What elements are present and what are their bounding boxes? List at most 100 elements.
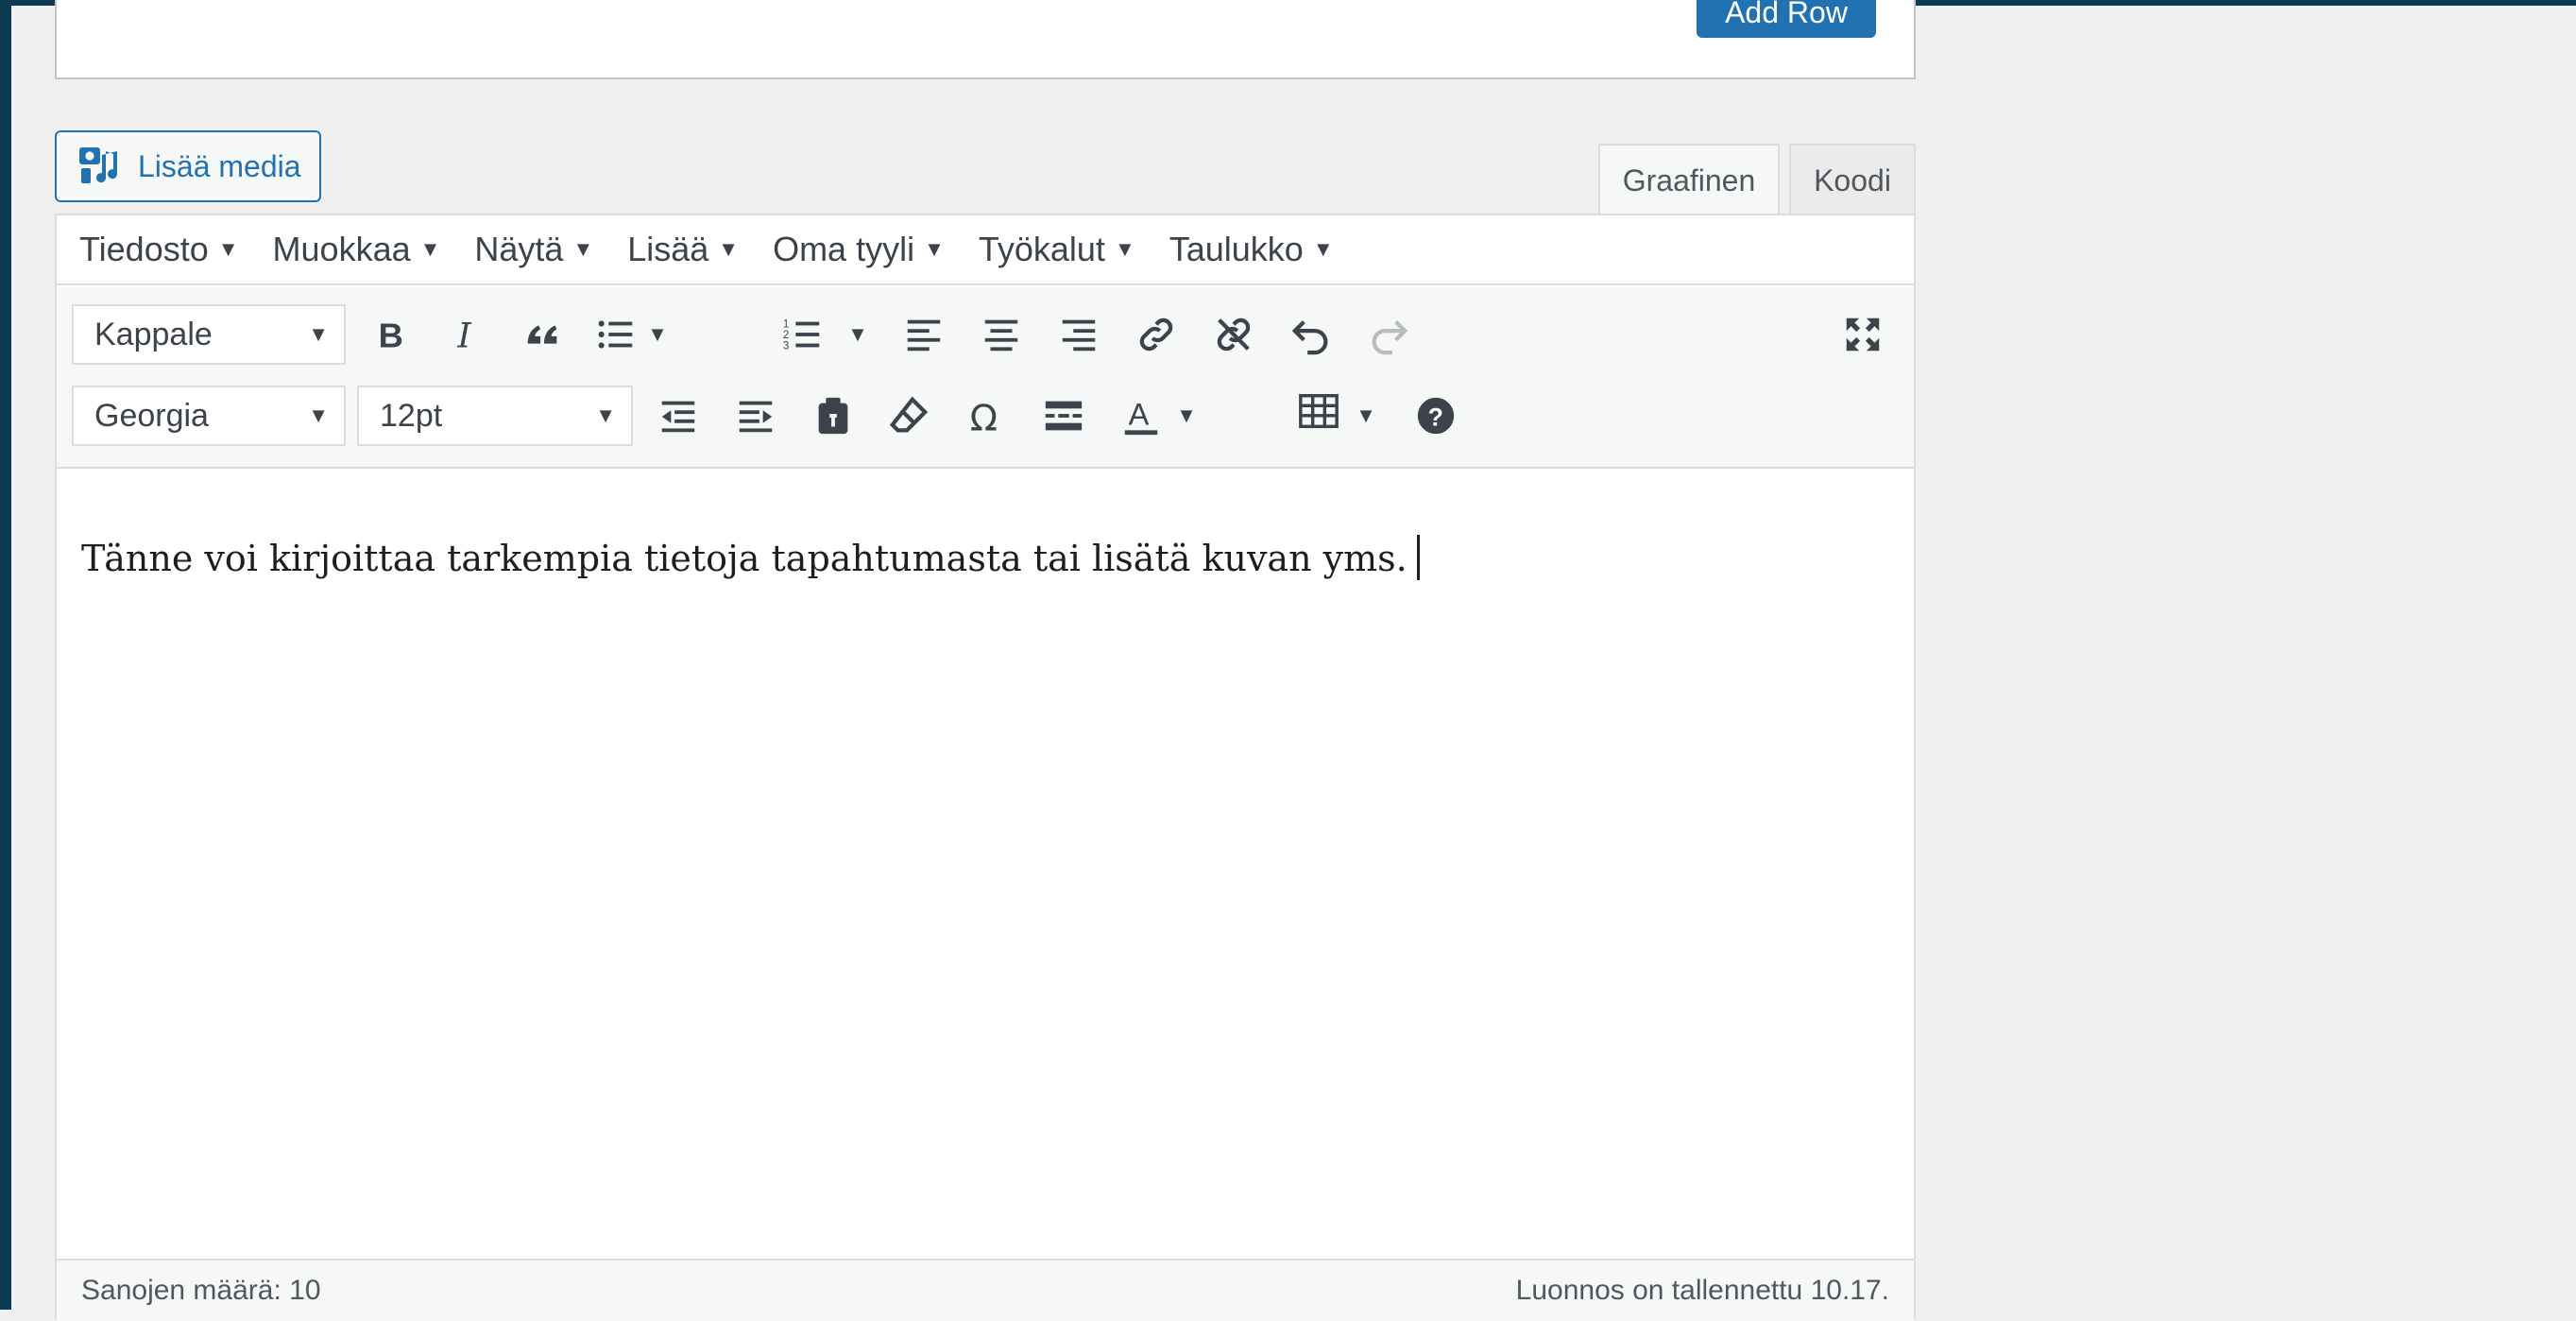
help-icon: ?	[1417, 397, 1455, 435]
format-select-value: Kappale	[94, 316, 213, 352]
content-text: Tänne voi kirjoittaa tarkempia tietoja t…	[81, 538, 1407, 579]
editor-statusbar: Sanojen määrä: 10 Luonnos on tallennettu…	[57, 1259, 1914, 1321]
menu-file-label: Tiedosto	[79, 230, 209, 268]
svg-text:?: ?	[1428, 403, 1443, 432]
media-icon	[79, 147, 118, 183]
numbered-list-button[interactable]: 123	[775, 306, 831, 363]
chevron-down-icon: ▼	[419, 237, 441, 261]
align-right-icon	[1062, 319, 1096, 352]
align-left-button[interactable]	[896, 306, 952, 363]
chevron-down-icon: ▼	[308, 322, 329, 346]
chevron-down-icon: ▼	[718, 237, 740, 261]
bullet-list-button[interactable]	[588, 306, 644, 363]
align-center-icon	[984, 319, 1018, 352]
svg-text:B: B	[379, 316, 403, 354]
menu-format[interactable]: Oma tyyli ▼	[773, 230, 958, 269]
align-left-icon	[907, 319, 941, 352]
special-character-button[interactable]: Ω	[958, 387, 1015, 444]
text-color-button[interactable]: A	[1113, 387, 1169, 444]
menu-tools-label: Työkalut	[978, 230, 1105, 268]
redo-icon	[1372, 320, 1408, 355]
chevron-down-icon: ▼	[308, 403, 329, 427]
font-size-value: 12pt	[380, 397, 443, 434]
table-icon	[1299, 394, 1339, 429]
font-size-select[interactable]: 12pt ▼	[357, 386, 633, 446]
chevron-down-icon: ▼	[1176, 403, 1197, 427]
svg-text:2: 2	[783, 330, 789, 341]
blockquote-button[interactable]	[514, 306, 571, 363]
chevron-down-icon: ▼	[572, 237, 594, 261]
italic-button[interactable]: I	[438, 306, 495, 363]
text-color-dropdown[interactable]: ▼	[1173, 387, 1200, 444]
chevron-down-icon: ▼	[1114, 237, 1135, 261]
content-paragraph[interactable]: Tänne voi kirjoittaa tarkempia tietoja t…	[81, 535, 1420, 580]
add-row-button[interactable]: Add Row	[1697, 0, 1876, 38]
menu-edit-label: Muokkaa	[272, 230, 411, 268]
indent-icon	[739, 401, 773, 433]
text-color-icon: A	[1124, 398, 1158, 436]
svg-text:A: A	[1129, 398, 1150, 432]
menu-table-label: Taulukko	[1169, 230, 1304, 268]
font-family-select[interactable]: Georgia ▼	[72, 386, 346, 446]
chevron-down-icon: ▼	[1356, 403, 1376, 427]
chevron-down-icon: ▼	[847, 322, 868, 346]
classic-editor: Tiedosto ▼ Muokkaa ▼ Näytä ▼ Lisää ▼ Oma tyy…	[55, 214, 1916, 1321]
omega-icon: Ω	[970, 397, 998, 437]
undo-button[interactable]	[1283, 306, 1339, 363]
editor-menubar: Tiedosto ▼ Muokkaa ▼ Näytä ▼ Lisää ▼ Oma tyy…	[57, 215, 1914, 285]
window-frame-left	[0, 0, 11, 1310]
table-button[interactable]	[1290, 384, 1347, 440]
menu-file[interactable]: Tiedosto ▼	[79, 230, 252, 269]
editor-toolbar: Kappale ▼ B I ▼ 123 ▼ Georgia ▼ 12pt ▼ Ω…	[57, 287, 1914, 469]
add-media-label: Lisää media	[138, 148, 301, 183]
menu-edit[interactable]: Muokkaa ▼	[273, 230, 454, 269]
bold-icon: B	[379, 316, 403, 354]
paste-text-button[interactable]	[805, 387, 862, 444]
clipboard-icon	[818, 397, 848, 435]
svg-text:Ω: Ω	[970, 397, 998, 437]
indent-button[interactable]	[727, 387, 784, 444]
menu-table[interactable]: Taulukko ▼	[1169, 230, 1347, 269]
quote-icon	[527, 325, 557, 344]
menu-tools[interactable]: Työkalut ▼	[979, 230, 1149, 269]
menu-insert[interactable]: Lisää ▼	[627, 230, 752, 269]
chevron-down-icon: ▼	[217, 237, 239, 261]
align-center-button[interactable]	[973, 306, 1030, 363]
tab-code[interactable]: Koodi	[1789, 144, 1916, 215]
undo-icon	[1291, 320, 1328, 355]
svg-text:I: I	[456, 315, 471, 355]
editor-content[interactable]: Tänne voi kirjoittaa tarkempia tietoja t…	[57, 471, 1914, 1208]
chevron-down-icon: ▼	[1312, 237, 1334, 261]
menu-view-label: Näytä	[474, 230, 564, 268]
draft-saved-status: Luonnos on tallennettu 10.17.	[1515, 1275, 1889, 1306]
tab-visual[interactable]: Graafinen	[1598, 144, 1780, 215]
bullet-list-icon	[598, 320, 633, 349]
format-select[interactable]: Kappale ▼	[72, 304, 346, 365]
numbered-list-dropdown[interactable]: ▼	[844, 306, 871, 363]
bold-button[interactable]: B	[363, 306, 419, 363]
insert-link-button[interactable]	[1128, 306, 1185, 363]
word-count: Sanojen määrä: 10	[81, 1275, 321, 1306]
redo-button[interactable]	[1360, 306, 1417, 363]
read-more-icon	[1045, 401, 1083, 431]
chevron-down-icon: ▼	[595, 403, 616, 427]
help-button[interactable]: ?	[1407, 387, 1464, 444]
remove-link-button[interactable]	[1205, 306, 1262, 363]
outdent-button[interactable]	[650, 387, 707, 444]
add-media-button[interactable]: Lisää media	[55, 130, 321, 202]
link-icon	[1139, 317, 1173, 352]
unlink-icon	[1217, 317, 1251, 352]
svg-text:1: 1	[783, 318, 789, 330]
bullet-list-dropdown[interactable]: ▼	[644, 306, 671, 363]
clear-formatting-button[interactable]	[880, 387, 937, 444]
text-cursor	[1416, 535, 1420, 580]
menu-view[interactable]: Näytä ▼	[474, 230, 606, 269]
fullscreen-button[interactable]	[1834, 306, 1891, 363]
font-family-value: Georgia	[94, 397, 209, 434]
menu-format-label: Oma tyyli	[773, 230, 915, 268]
align-right-button[interactable]	[1050, 306, 1107, 363]
table-dropdown[interactable]: ▼	[1353, 387, 1379, 444]
read-more-button[interactable]	[1035, 387, 1092, 444]
repeater-panel: Add Row	[55, 0, 1916, 79]
chevron-down-icon: ▼	[647, 322, 668, 346]
